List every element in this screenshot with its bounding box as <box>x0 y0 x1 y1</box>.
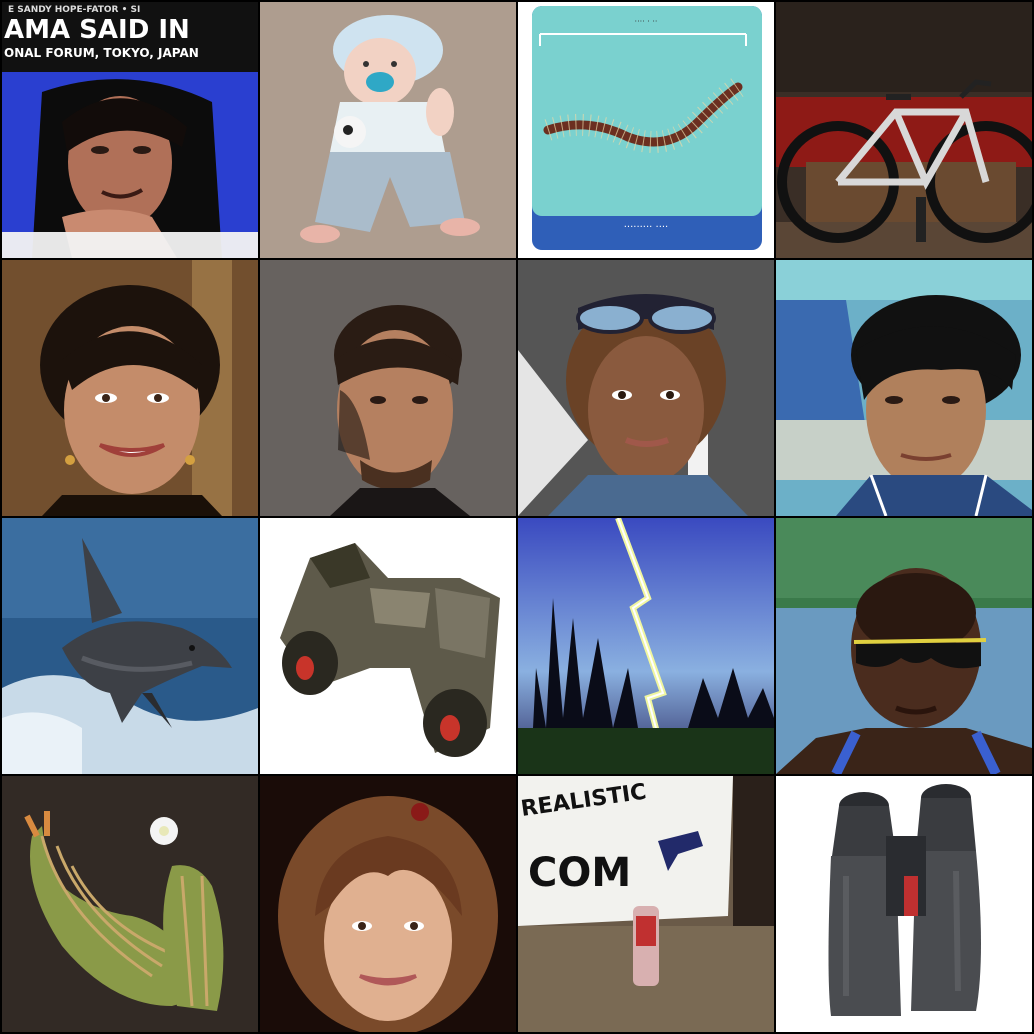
woman-long-hair-image <box>260 776 516 1032</box>
large-binoculars-image <box>776 776 1032 1032</box>
card-bottom-text: ········· ···· <box>624 222 669 233</box>
man-poster-image: E SANDY HOPE-FATOR • SI AMA SAID IN ONAL… <box>2 2 258 258</box>
tile-large-binoculars <box>776 776 1032 1032</box>
athlete-image <box>776 518 1032 774</box>
bicycle-image <box>776 2 1032 258</box>
man-dark-background-image <box>260 260 516 516</box>
sign-text-com: COM <box>528 850 631 896</box>
tile-sign-and-can: REALISTIC COM <box>518 776 774 1032</box>
poster-top-text: E SANDY HOPE-FATOR • SI <box>8 5 140 15</box>
poster-headline: AMA SAID IN <box>4 15 190 45</box>
tile-man-poster: E SANDY HOPE-FATOR • SI AMA SAID IN ONAL… <box>2 2 258 258</box>
dolphin-image <box>2 518 258 774</box>
tile-athlete <box>776 518 1032 774</box>
tile-compact-binoculars <box>260 518 516 774</box>
poster-subline: ONAL FORUM, TOKYO, JAPAN <box>4 46 199 60</box>
tile-man-dark-background <box>260 260 516 516</box>
tile-smiling-woman <box>2 260 258 516</box>
image-grid: E SANDY HOPE-FATOR • SI AMA SAID IN ONAL… <box>0 0 1034 1034</box>
card-top-text: ···· · ·· <box>635 17 658 26</box>
sign-and-can-image: REALISTIC COM <box>518 776 774 1032</box>
tile-centipede-card: ···· · ·· ········· ···· <box>518 2 774 258</box>
tile-woman-long-hair <box>260 776 516 1032</box>
tile-baby <box>260 2 516 258</box>
tile-bicycle <box>776 2 1032 258</box>
tile-young-man <box>776 260 1032 516</box>
tile-woman-sunglasses <box>518 260 774 516</box>
compact-binoculars-image <box>260 518 516 774</box>
lightning-image <box>518 518 774 774</box>
baby-image <box>260 2 516 258</box>
woman-sunglasses-image <box>518 260 774 516</box>
centipede-card-image: ···· · ·· ········· ···· <box>518 2 774 258</box>
tile-dolphin <box>2 518 258 774</box>
young-man-image <box>776 260 1032 516</box>
tile-cactus <box>2 776 258 1032</box>
cactus-image <box>2 776 258 1032</box>
smiling-woman-image <box>2 260 258 516</box>
tile-lightning <box>518 518 774 774</box>
